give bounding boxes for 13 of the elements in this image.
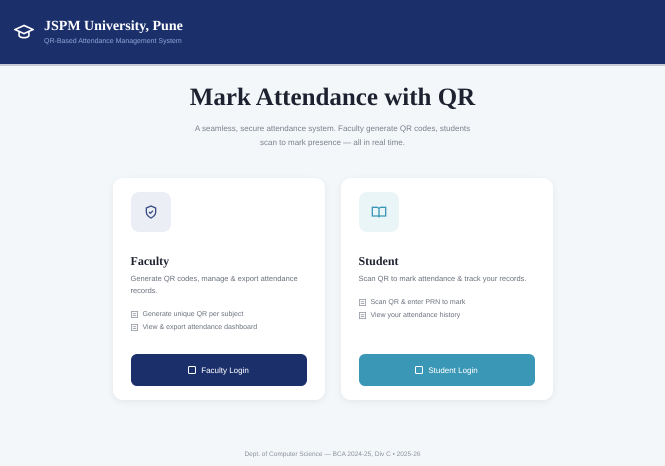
list-icon xyxy=(130,324,138,331)
book-icon xyxy=(370,204,386,220)
graduation-cap-icon xyxy=(14,23,34,41)
list-icon xyxy=(358,312,366,319)
list-icon xyxy=(130,311,138,318)
card-title: Student xyxy=(358,254,400,269)
login-button[interactable]: Faculty Login xyxy=(130,354,306,386)
page-description: A seamless, secure attendance system. Faculty generate QR codes, students scan to mark presence — all in real time. xyxy=(194,123,472,149)
card-title: Faculty xyxy=(130,254,170,269)
shield-icon xyxy=(142,204,158,220)
list-icon xyxy=(358,299,366,306)
page-heading: Mark Attendance with QR xyxy=(190,84,476,112)
university-name: JSPM University, Pune xyxy=(44,19,183,35)
